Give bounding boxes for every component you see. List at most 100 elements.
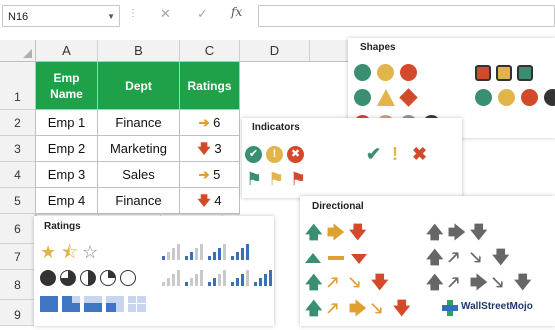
cell-dept[interactable]: Finance — [98, 110, 180, 136]
signal-bars-icon[interactable] — [185, 244, 203, 260]
cell-dept[interactable]: Finance — [98, 188, 180, 214]
red-flag-icon[interactable]: ⚑ — [290, 170, 306, 188]
red-circle-icon[interactable] — [400, 64, 417, 81]
signal-bars-icon[interactable] — [208, 244, 226, 260]
cell-rating[interactable]: 🡇 3 — [180, 136, 240, 162]
red-down-arrow-icon[interactable]: 🡇 — [371, 274, 388, 291]
gray-right-arrow-icon[interactable]: 🡆 — [470, 274, 488, 291]
yellow-circle-icon[interactable] — [498, 89, 515, 106]
quarter-box-icon[interactable] — [106, 296, 124, 312]
yellow-flag-icon[interactable]: ⚑ — [268, 170, 284, 188]
yellow-up-right-arrow-icon[interactable]: 🡕 — [327, 300, 338, 317]
select-all-corner[interactable] — [0, 40, 36, 62]
column-header-d[interactable]: D — [240, 40, 310, 62]
signal-bars-icon[interactable] — [162, 244, 180, 260]
green-flag-icon[interactable]: ⚑ — [246, 170, 262, 188]
row-header-7[interactable]: 7 — [0, 244, 36, 270]
yellow-down-right-arrow-icon[interactable]: 🡖 — [371, 300, 382, 317]
signal-bars-icon[interactable] — [185, 270, 203, 286]
green-up-triangle-icon[interactable] — [305, 253, 321, 263]
column-header-c[interactable]: C — [180, 40, 240, 62]
green-up-arrow-icon[interactable]: 🡅 — [305, 224, 322, 241]
signal-bars-icon[interactable] — [254, 270, 272, 286]
red-square-icon[interactable] — [475, 65, 491, 81]
yellow-up-right-arrow-icon[interactable]: 🡕 — [327, 274, 338, 291]
row-header-8[interactable]: 8 — [0, 270, 36, 300]
x-circle-icon[interactable]: ✖ — [287, 146, 304, 163]
row-header-4[interactable]: 4 — [0, 162, 36, 188]
column-header-b[interactable]: B — [98, 40, 180, 62]
row-header-9[interactable]: 9 — [0, 300, 36, 326]
chevron-down-icon[interactable]: ▼ — [107, 6, 115, 28]
empty-star-icon[interactable]: ☆ — [82, 243, 98, 261]
green-circle-icon[interactable] — [354, 64, 371, 81]
cell-dept[interactable]: Marketing — [98, 136, 180, 162]
empty-pie-icon[interactable] — [120, 270, 136, 286]
yellow-right-arrow-icon[interactable]: 🡆 — [327, 224, 345, 241]
gray-down-arrow-icon[interactable]: 🡇 — [470, 224, 487, 241]
gray-up-arrow-icon[interactable]: 🡅 — [426, 224, 443, 241]
full-star-icon[interactable]: ★ — [40, 243, 56, 261]
red-x-icon[interactable]: ✖ — [412, 145, 427, 163]
enter-icon[interactable]: ✓ — [197, 6, 208, 22]
yellow-circle-icon[interactable] — [377, 64, 394, 81]
name-box[interactable]: N16 ▼ — [2, 5, 120, 27]
column-header-a[interactable]: A — [36, 40, 98, 62]
quarter-pie-icon[interactable] — [100, 270, 116, 286]
row-header-5[interactable]: 5 — [0, 188, 36, 214]
gray-up-arrow-icon[interactable]: 🡅 — [426, 274, 443, 291]
green-up-arrow-icon[interactable]: 🡅 — [305, 300, 322, 317]
cell-rating[interactable]: 🡇 4 — [180, 188, 240, 214]
red-circle-icon[interactable] — [521, 89, 538, 106]
red-down-arrow-icon[interactable]: 🡇 — [393, 300, 410, 317]
yellow-dash-icon[interactable] — [328, 256, 344, 260]
exclamation-circle-icon[interactable]: ! — [266, 146, 283, 163]
row-header-2[interactable]: 2 — [0, 110, 36, 136]
cell-emp[interactable]: Emp 2 — [36, 136, 98, 162]
green-up-arrow-icon[interactable]: 🡅 — [305, 274, 322, 291]
cell-rating[interactable]: ➔ 5 — [180, 162, 240, 188]
signal-bars-icon[interactable] — [231, 244, 249, 260]
empty-box-icon[interactable] — [128, 296, 146, 312]
red-down-triangle-icon[interactable] — [351, 254, 367, 264]
green-square-icon[interactable] — [517, 65, 533, 81]
gray-down-right-arrow-icon[interactable]: 🡖 — [492, 274, 503, 291]
cell-emp[interactable]: Emp 4 — [36, 188, 98, 214]
black-circle-icon[interactable] — [544, 89, 555, 106]
green-circle-icon[interactable] — [475, 89, 492, 106]
row-header-3[interactable]: 3 — [0, 136, 36, 162]
row-header-6[interactable]: 6 — [0, 214, 36, 244]
cell-dept[interactable]: Sales — [98, 162, 180, 188]
formula-input[interactable] — [258, 5, 555, 27]
yellow-right-arrow-icon[interactable]: 🡆 — [349, 300, 367, 317]
gray-up-right-arrow-icon[interactable]: 🡕 — [448, 249, 459, 266]
green-circle-icon[interactable] — [354, 89, 371, 106]
yellow-square-icon[interactable] — [496, 65, 512, 81]
signal-bars-icon[interactable] — [208, 270, 226, 286]
gray-up-right-arrow-icon[interactable]: 🡕 — [448, 274, 459, 291]
gray-down-arrow-icon[interactable]: 🡇 — [492, 249, 509, 266]
half-box-icon[interactable] — [84, 296, 102, 312]
signal-bars-icon[interactable] — [231, 270, 249, 286]
half-pie-icon[interactable] — [80, 270, 96, 286]
cell-emp[interactable]: Emp 3 — [36, 162, 98, 188]
gray-down-right-arrow-icon[interactable]: 🡖 — [470, 249, 481, 266]
full-box-icon[interactable] — [40, 296, 58, 312]
yellow-down-right-arrow-icon[interactable]: 🡖 — [349, 274, 360, 291]
gray-up-arrow-icon[interactable]: 🡅 — [426, 249, 443, 266]
three-quarter-pie-icon[interactable] — [60, 270, 76, 286]
cell-emp[interactable]: Emp 1 — [36, 110, 98, 136]
cancel-icon[interactable]: ✕ — [160, 6, 171, 22]
gray-right-arrow-icon[interactable]: 🡆 — [448, 224, 466, 241]
gray-down-arrow-icon[interactable]: 🡇 — [514, 274, 531, 291]
red-diamond-icon[interactable] — [399, 88, 418, 107]
cell-rating[interactable]: ➔ 6 — [180, 110, 240, 136]
signal-bars-icon[interactable] — [162, 270, 180, 286]
row-header-1[interactable]: 1 — [0, 62, 36, 110]
check-circle-icon[interactable]: ✔ — [245, 146, 262, 163]
yellow-triangle-icon[interactable] — [377, 89, 395, 106]
three-quarter-box-icon[interactable] — [62, 296, 80, 312]
red-down-arrow-icon[interactable]: 🡇 — [349, 224, 366, 241]
full-pie-icon[interactable] — [40, 270, 56, 286]
half-star-icon[interactable]: ⯪ — [61, 243, 78, 261]
